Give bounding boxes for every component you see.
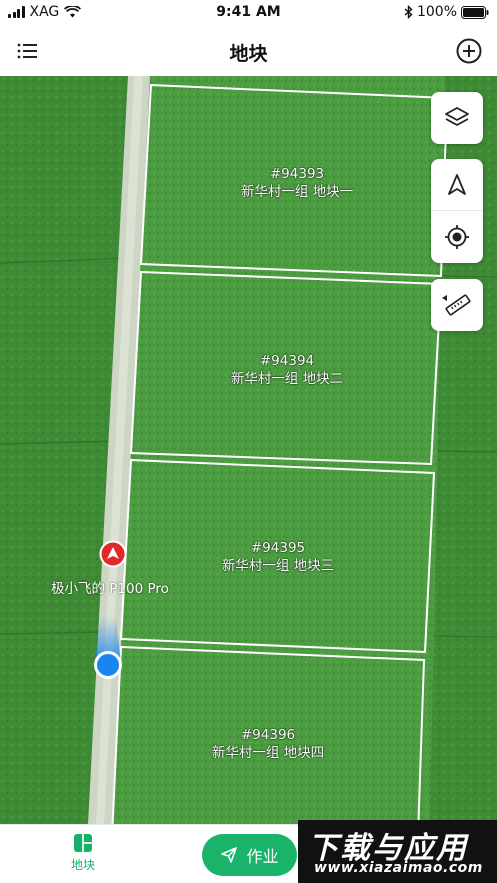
plot-id: #94395 bbox=[250, 540, 306, 556]
plot-tab-icon bbox=[74, 834, 92, 852]
page-title: 地块 bbox=[229, 43, 268, 65]
watermark-url: www.xiazaimao.com bbox=[314, 860, 483, 876]
tab-plot-label: 地块 bbox=[70, 858, 95, 872]
plot-id: #94394 bbox=[259, 353, 315, 369]
bluetooth-icon bbox=[404, 5, 413, 19]
battery-icon bbox=[461, 5, 489, 19]
plot-name: 新华村一组 地块四 bbox=[211, 745, 325, 761]
layers-control[interactable] bbox=[431, 92, 483, 144]
navigation-arrow-icon[interactable] bbox=[445, 172, 469, 198]
watermark: 下载与应用 www.xiazaimao.com bbox=[298, 820, 497, 883]
drone-marker-icon[interactable] bbox=[99, 540, 127, 568]
plot-label[interactable]: #94394 新华村一组 地块二 bbox=[212, 352, 362, 388]
plot-id: #94393 bbox=[269, 166, 325, 182]
work-button[interactable]: 作业 bbox=[202, 834, 297, 876]
plot-name: 新华村一组 地块一 bbox=[240, 184, 354, 200]
plot-name: 新华村一组 地块三 bbox=[221, 558, 335, 574]
battery-percent: 100% bbox=[416, 4, 457, 20]
plus-circle-icon[interactable] bbox=[455, 37, 483, 65]
work-button-label: 作业 bbox=[246, 847, 279, 866]
ruler-icon[interactable] bbox=[442, 292, 472, 318]
plot-name: 新华村一组 地块二 bbox=[230, 371, 344, 387]
layers-icon[interactable] bbox=[444, 105, 470, 131]
plot-id: #94396 bbox=[240, 727, 296, 743]
measure-control[interactable] bbox=[431, 279, 483, 331]
plot-label[interactable]: #94396 新华村一组 地块四 bbox=[193, 726, 343, 762]
locate-target-icon[interactable] bbox=[444, 224, 470, 250]
map-view[interactable]: #94393 新华村一组 地块一 #94394 新华村一组 地块二 #94395… bbox=[0, 76, 497, 824]
status-bar: XAG 9:41 AM 100% bbox=[0, 0, 497, 26]
drone-label: 极小飞的 P100 Pro bbox=[51, 581, 169, 597]
current-location-icon bbox=[94, 651, 122, 679]
tab-plot[interactable]: 地块 bbox=[58, 833, 108, 873]
plot-label[interactable]: #94395 新华村一组 地块三 bbox=[203, 539, 353, 575]
plot-label[interactable]: #94393 新华村一组 地块一 bbox=[222, 165, 372, 201]
send-icon bbox=[221, 847, 238, 863]
location-controls bbox=[431, 159, 483, 263]
navigation-bar: 地块 bbox=[0, 26, 497, 76]
